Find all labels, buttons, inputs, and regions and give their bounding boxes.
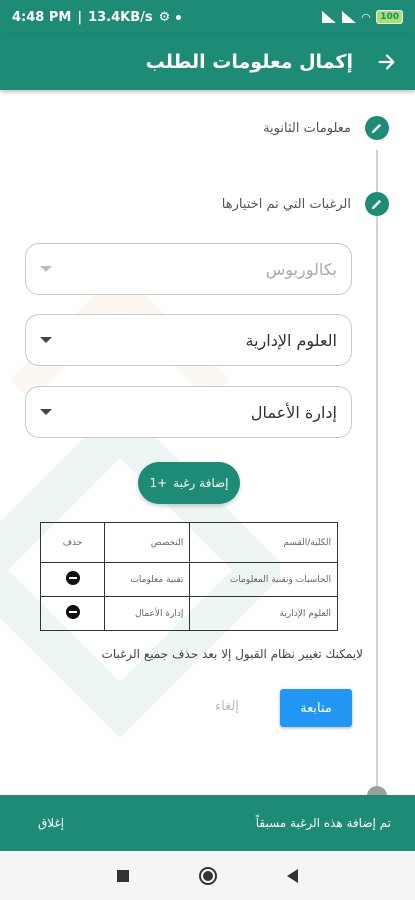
add-wish-label: إضافة رغبة	[173, 476, 229, 490]
cell-college: الحاسبات وتقنية المعلومات	[189, 562, 338, 597]
college-value: العلوم الإدارية	[245, 330, 338, 350]
main-content: معلومات الثانوية الرغبات التي تم اختياره…	[0, 90, 415, 795]
chevron-down-icon	[40, 409, 52, 415]
table-row: العلوم الإدارية إدارة الأعمال	[40, 596, 338, 631]
continue-button[interactable]: متابعة	[280, 689, 352, 727]
arrow-right-icon[interactable]	[373, 48, 401, 76]
battery-icon: 100	[376, 10, 403, 24]
add-wish-button[interactable]: إضافة رغبة +1	[138, 462, 240, 504]
step-secondary-info[interactable]: معلومات الثانوية	[263, 116, 389, 140]
delete-cell	[40, 562, 105, 597]
header-major: التخصص	[103, 522, 191, 563]
college-select[interactable]: العلوم الإدارية	[25, 314, 352, 366]
degree-select[interactable]: بكالوريوس	[25, 243, 352, 295]
snackbar: تم إضافة هذه الرغبة مسبقاً إغلاق	[0, 795, 415, 851]
status-time: 4:48 PM	[12, 9, 72, 25]
page-title: إكمال معلومات الطلب	[145, 51, 353, 73]
cell-major: إدارة الأعمال	[103, 596, 191, 631]
dot-icon	[176, 14, 182, 20]
notification-icon: ⚙	[158, 9, 171, 25]
back-icon[interactable]	[287, 868, 298, 883]
table-row: الحاسبات وتقنية المعلومات تقنية معلومات	[40, 562, 338, 597]
table-header-row: الكلية/القسم التخصص حذف	[40, 522, 338, 563]
major-value: إدارة الأعمال	[250, 402, 337, 422]
step-label: معلومات الثانوية	[263, 120, 351, 136]
remove-icon[interactable]	[65, 571, 80, 585]
delete-cell	[40, 596, 105, 631]
cell-major: تقنية معلومات	[103, 562, 191, 597]
app-bar: إكمال معلومات الطلب	[0, 34, 415, 90]
wifi-icon: ◠	[361, 10, 371, 24]
cell-college: العلوم الإدارية	[189, 596, 338, 631]
system-nav-bar	[0, 851, 415, 900]
admission-note: لايمكنك تغيير نظام القبول إلا بعد حذف جم…	[101, 647, 363, 661]
snackbar-close-button[interactable]: إغلاق	[38, 816, 64, 830]
cancel-button[interactable]: إلغاء	[215, 699, 239, 714]
step-label: الرغبات التي تم اختيارها	[221, 196, 351, 212]
wishes-table: الكلية/القسم التخصص حذف الحاسبات وتقنية …	[40, 522, 338, 631]
chevron-down-icon	[40, 266, 52, 272]
pencil-icon[interactable]	[365, 116, 389, 140]
header-college: الكلية/القسم	[189, 522, 338, 563]
pencil-icon[interactable]	[365, 192, 389, 216]
recent-apps-icon[interactable]	[117, 869, 129, 882]
stepper-line	[376, 150, 378, 790]
header-delete: حذف	[40, 522, 105, 563]
snackbar-message: تم إضافة هذه الرغبة مسبقاً	[255, 816, 391, 830]
home-icon[interactable]	[199, 866, 217, 885]
signal-icon-2	[341, 11, 356, 23]
major-select[interactable]: إدارة الأعمال	[25, 386, 352, 438]
status-bar: 4:48 PM | 13.4KB/s ⚙ ◠ 100	[0, 0, 415, 34]
next-step-circle	[367, 786, 387, 795]
network-speed: 13.4KB/s	[88, 9, 153, 25]
plus-one-icon: +1	[149, 476, 168, 490]
step-selected-wishes[interactable]: الرغبات التي تم اختيارها	[222, 192, 389, 216]
chevron-down-icon	[40, 337, 52, 343]
degree-value: بكالوريوس	[265, 259, 337, 279]
remove-icon[interactable]	[65, 605, 80, 619]
signal-icon	[321, 11, 336, 23]
